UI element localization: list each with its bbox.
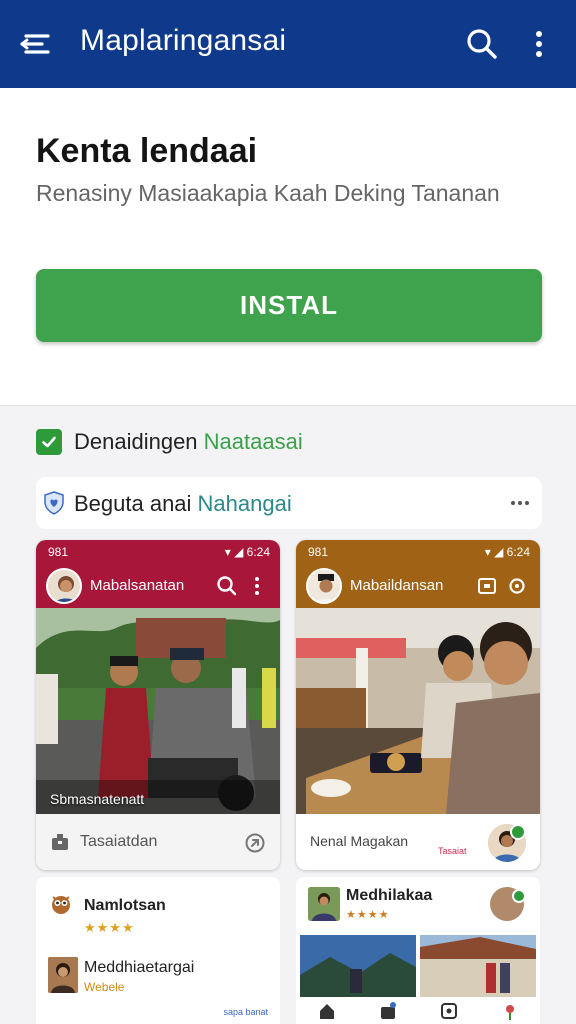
card-link[interactable]: sapa banat (223, 1007, 268, 1017)
screen-photo (296, 608, 540, 814)
more-vert-icon (255, 577, 259, 595)
check-icon (36, 429, 62, 455)
flower-icon[interactable] (500, 1001, 520, 1021)
verified-badge-icon (510, 824, 526, 840)
rating-stars: ★★★★ (346, 909, 390, 921)
screen-app-bar: Mabaildansan (296, 564, 540, 608)
gallery-image[interactable] (300, 935, 416, 997)
item-title: Meddhiaetargai (84, 959, 195, 976)
record-icon[interactable] (439, 1001, 459, 1021)
owl-icon (52, 896, 70, 914)
card-title: Namlotsan (84, 897, 166, 914)
package-icon (52, 834, 68, 850)
screenshot-1[interactable]: 981 ▾ ◢ 6:24 Mabalsanatan Sbmasnatenatt … (36, 540, 280, 870)
avatar (306, 568, 342, 604)
screen-footer: Tasaiatdan (36, 814, 280, 870)
photo-caption: Sbmasnatenatt (50, 791, 145, 807)
verified-text-a: Denaidingen (74, 429, 204, 454)
status-bar: 981 ▾ ◢ 6:24 (36, 540, 280, 564)
app-header-section: Kenta lendaai Renasiny Masiaakapia Kaah … (0, 88, 576, 406)
verified-text-b: Naataasai (203, 429, 303, 454)
thumbnail (48, 957, 78, 993)
app-developer: Renasiny Masiaakapia Kaah Deking Tananan (36, 180, 500, 206)
review-card-1[interactable]: Namlotsan ★★★★ Meddhiaetargai Webele sap… (36, 877, 280, 1024)
screen-app-bar: Mabalsanatan (36, 564, 280, 608)
settings-icon (509, 578, 525, 594)
verified-badge-icon (512, 889, 526, 903)
screen-footer: Nenal Magakan Tasaiat (296, 814, 540, 870)
chat-icon (478, 578, 496, 594)
screen-footer-label: Tasaiatdan (80, 833, 158, 850)
more-horiz-icon[interactable] (508, 491, 532, 515)
avatar (46, 568, 82, 604)
status-icons: ▾ ◢ 6:24 (484, 545, 530, 559)
more-vert-icon[interactable] (524, 26, 554, 62)
verified-row: Denaidingen Naataasai (36, 428, 303, 456)
notice-text: Beguta anai Nahangai (74, 491, 292, 517)
review-card-2[interactable]: Medhilakaa ★★★★ (296, 877, 540, 1024)
shield-heart-icon (44, 491, 64, 515)
rating-stars: ★★★★ (84, 920, 135, 935)
status-time: 981 (308, 545, 329, 559)
briefcase-icon[interactable] (378, 1001, 398, 1021)
search-icon (217, 576, 237, 596)
bottom-nav (296, 998, 540, 1024)
image-strip (300, 935, 536, 997)
verified-text: Denaidingen Naataasai (74, 429, 303, 455)
notice-card[interactable]: Beguta anai Nahangai (36, 477, 542, 529)
thumbnail (308, 887, 340, 921)
screen-photo (36, 608, 280, 814)
menu-icon[interactable] (18, 26, 54, 62)
home-icon[interactable] (317, 1001, 337, 1021)
item-subtitle: Webele (84, 980, 125, 994)
install-button[interactable]: INSTAL (36, 269, 542, 342)
screen-footer-label: Nenal Magakan (310, 833, 409, 849)
screen-app-name: Mabaildansan (350, 577, 444, 594)
search-icon[interactable] (464, 26, 500, 62)
app-bar: Maplaringansai (0, 0, 576, 88)
app-title: Maplaringansai (80, 24, 287, 57)
arrow-circle-icon (245, 833, 265, 853)
screen-footer-small: Tasaiat (438, 846, 467, 856)
notice-text-b: Nahangai (197, 491, 292, 516)
screenshot-2[interactable]: 981 ▾ ◢ 6:24 Mabaildansan Nenal Magakan … (296, 540, 540, 870)
app-name-heading: Kenta lendaai (36, 132, 258, 170)
gallery-image[interactable] (420, 935, 536, 997)
notice-text-a: Beguta anai (74, 491, 198, 516)
status-time: 981 (48, 545, 69, 559)
card-title: Medhilakaa (346, 887, 433, 904)
status-icons: ▾ ◢ 6:24 (224, 545, 270, 559)
screen-app-name: Mabalsanatan (90, 577, 185, 594)
status-bar: 981 ▾ ◢ 6:24 (296, 540, 540, 564)
